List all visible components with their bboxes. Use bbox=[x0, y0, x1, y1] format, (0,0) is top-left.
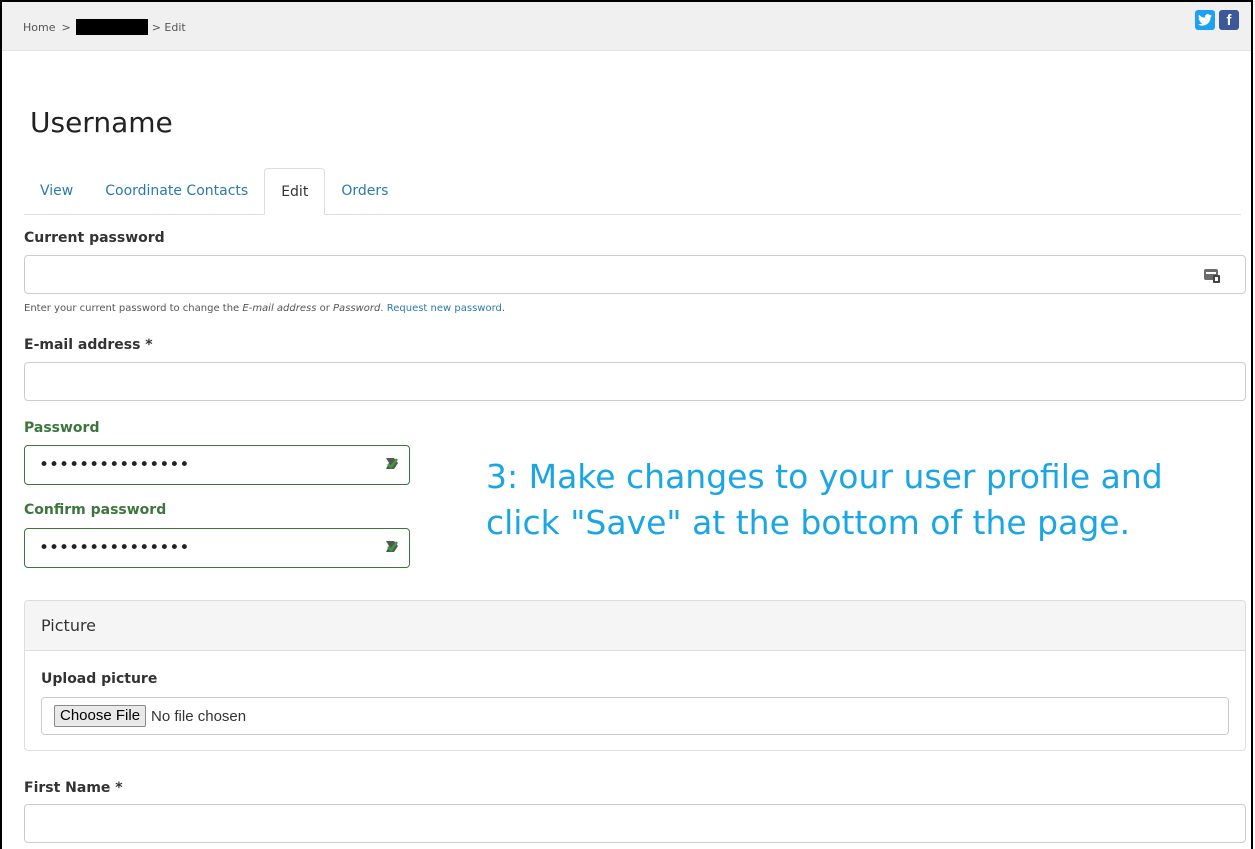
tab-edit[interactable]: Edit bbox=[264, 168, 326, 215]
twitter-icon[interactable] bbox=[1195, 10, 1215, 30]
breadcrumb-separator: > bbox=[61, 20, 71, 34]
help-text-password: Password bbox=[333, 303, 381, 314]
breadcrumb-redacted-item bbox=[75, 19, 148, 35]
request-new-password-link[interactable]: Request new password bbox=[387, 303, 502, 314]
confirm-password-label: Confirm password bbox=[24, 502, 167, 518]
password-field[interactable]: ••••••••••••••• bbox=[24, 445, 410, 485]
password-label: Password bbox=[24, 420, 100, 436]
instruction-callout: 3: Make changes to your user profile and… bbox=[486, 454, 1226, 546]
email-label: E-mail address * bbox=[24, 337, 153, 353]
tab-view[interactable]: View bbox=[24, 168, 89, 214]
help-text-or: or bbox=[316, 303, 334, 314]
first-name-field[interactable] bbox=[24, 804, 1246, 843]
upload-picture-label: Upload picture bbox=[41, 671, 158, 687]
picture-panel: Picture Upload picture Choose File No fi… bbox=[24, 600, 1246, 751]
facebook-icon[interactable]: f bbox=[1219, 10, 1239, 30]
help-text-prefix: Enter your current password to change th… bbox=[24, 303, 243, 314]
instruction-callout-line-1: 3: Make changes to your user profile and bbox=[486, 457, 1163, 496]
tab-bar: View Coordinate Contacts Edit Orders bbox=[24, 168, 1241, 215]
confirm-password-field[interactable]: ••••••••••••••• bbox=[24, 528, 410, 568]
breadcrumb-current: > Edit bbox=[151, 20, 186, 34]
current-password-label: Current password bbox=[24, 230, 165, 246]
password-valid-check-icon bbox=[386, 458, 398, 469]
confirm-password-valid-check-icon bbox=[386, 541, 398, 552]
page-title: Username bbox=[30, 106, 173, 139]
breadcrumb: Home > > Edit bbox=[23, 19, 186, 35]
breadcrumb-home-link[interactable]: Home bbox=[23, 21, 55, 34]
breadcrumb-bar: Home > > Edit f bbox=[2, 2, 1251, 51]
password-value: ••••••••••••••• bbox=[39, 455, 190, 475]
password-manager-icon[interactable] bbox=[1203, 266, 1221, 284]
picture-panel-heading: Picture bbox=[25, 601, 1245, 651]
upload-picture-field[interactable]: Choose File No file chosen bbox=[41, 697, 1229, 735]
current-password-help: Enter your current password to change th… bbox=[24, 303, 505, 314]
twitter-bird-icon bbox=[1198, 14, 1212, 26]
first-name-label: First Name * bbox=[24, 780, 123, 796]
tab-orders[interactable]: Orders bbox=[325, 168, 404, 214]
help-text-end: . bbox=[501, 303, 506, 314]
instruction-callout-line-2: click "Save" at the bottom of the page. bbox=[486, 503, 1131, 542]
no-file-chosen-text: No file chosen bbox=[151, 707, 247, 725]
help-text-email: E-mail address bbox=[242, 303, 317, 314]
confirm-password-value: ••••••••••••••• bbox=[39, 538, 190, 558]
page-frame: Home > > Edit f Username View Coordinate… bbox=[0, 0, 1253, 849]
social-links: f bbox=[1195, 10, 1239, 30]
tab-coordinate-contacts[interactable]: Coordinate Contacts bbox=[89, 168, 264, 214]
choose-file-button[interactable]: Choose File bbox=[54, 705, 147, 727]
email-field[interactable] bbox=[24, 362, 1246, 401]
current-password-field[interactable] bbox=[24, 255, 1246, 294]
